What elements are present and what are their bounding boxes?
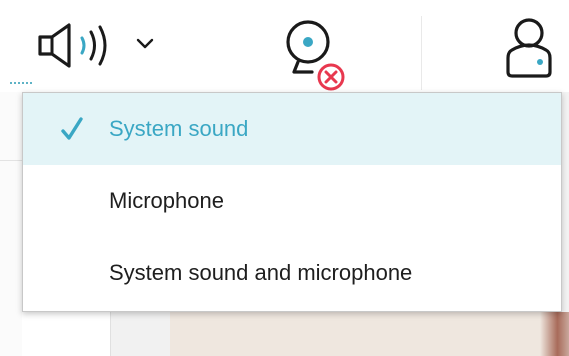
- menu-item-label: Microphone: [109, 188, 224, 213]
- background-image-edge: [540, 312, 569, 356]
- menu-item-microphone[interactable]: Microphone: [23, 165, 561, 237]
- menu-item-label: System sound and microphone: [109, 260, 413, 285]
- webcam-button[interactable]: [272, 10, 362, 94]
- menu-item-system-sound-and-microphone[interactable]: System sound and microphone: [23, 237, 561, 309]
- toolbar-divider: [421, 16, 422, 90]
- tab-indicator: [10, 82, 32, 86]
- screen: System sound Microphone System sound and…: [0, 0, 569, 356]
- toolbar: [0, 0, 569, 92]
- audio-source-button[interactable]: [36, 20, 164, 72]
- checkmark-icon: [61, 117, 83, 140]
- error-x-icon: [317, 63, 345, 91]
- background-panel-right: [562, 92, 569, 312]
- menu-item-system-sound[interactable]: System sound: [23, 93, 561, 165]
- menu-item-label: System sound: [109, 116, 249, 141]
- background-image: [170, 312, 569, 356]
- audio-source-menu: System sound Microphone System sound and…: [22, 92, 562, 312]
- background-panel: [0, 92, 22, 356]
- user-icon: [506, 18, 552, 78]
- user-button[interactable]: [500, 14, 562, 84]
- background-divider: [0, 160, 22, 161]
- chevron-down-icon: [136, 38, 154, 49]
